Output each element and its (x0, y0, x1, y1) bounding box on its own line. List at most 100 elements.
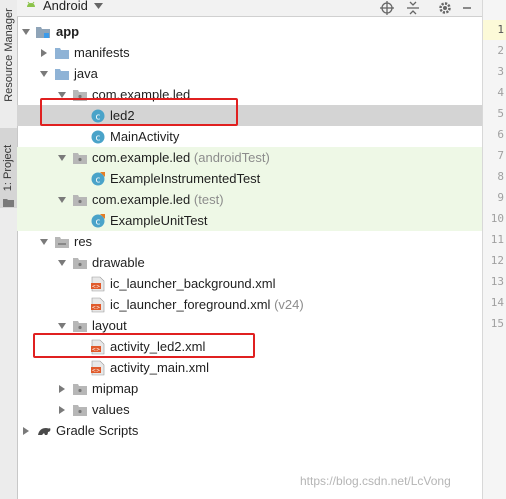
line-number: 4 (497, 86, 504, 99)
tree-row-java[interactable]: java (17, 63, 482, 84)
expand-arrow-icon[interactable] (57, 153, 67, 163)
expand-arrow-icon[interactable] (39, 69, 49, 79)
tree-label: Gradle Scripts (56, 423, 139, 438)
tree-row-manifests[interactable]: manifests (17, 42, 482, 63)
project-tab-label: 1: Project (2, 144, 15, 192)
tree-label-suffix: (test) (193, 192, 224, 207)
collapse-arrow-icon[interactable] (21, 426, 31, 436)
svg-text:<>: <> (92, 368, 100, 374)
locate-icon[interactable] (379, 0, 395, 16)
line-number: 1 (497, 23, 504, 36)
line-number: 10 (490, 212, 504, 225)
line-number: 2 (497, 44, 504, 57)
tree-row-res[interactable]: res (17, 231, 482, 252)
line-number: 12 (490, 254, 504, 267)
view-selector-dropdown[interactable]: Android (25, 0, 103, 13)
gradle-icon (38, 428, 51, 435)
folder-icon (73, 405, 87, 416)
tree-label: java (74, 66, 98, 81)
test-class-icon: c (91, 172, 105, 186)
project-tree: app manifests java com.example.led c led… (17, 16, 482, 499)
xml-file-icon: <> (91, 360, 105, 376)
project-tab[interactable]: 1: Project (0, 128, 17, 208)
tree-row-instrumented-test[interactable]: c ExampleInstrumentedTest (17, 168, 482, 189)
tree-row-app[interactable]: app (17, 21, 482, 42)
tree-row-mipmap[interactable]: mipmap (17, 378, 482, 399)
svg-text:c: c (96, 218, 101, 228)
watermark: https://blog.csdn.net/LcVong (300, 474, 451, 488)
tree-row-mainactivity[interactable]: c MainActivity (17, 126, 482, 147)
tree-label: MainActivity (110, 129, 180, 144)
tree-label: ic_launcher_background.xml (110, 276, 276, 291)
tree-label: layout (92, 318, 127, 333)
tree-row-gradle-scripts[interactable]: Gradle Scripts (17, 420, 482, 441)
tree-label: activity_main.xml (110, 360, 209, 375)
folder-icon (55, 69, 69, 80)
highlight-box-led2 (40, 98, 238, 126)
line-number: 11 (490, 233, 504, 246)
gear-icon[interactable] (437, 0, 453, 16)
test-class-icon: c (91, 214, 105, 228)
folder-icon (3, 199, 14, 207)
expand-arrow-icon[interactable] (57, 258, 67, 268)
line-number: 13 (490, 275, 504, 288)
tree-label: res (74, 234, 93, 249)
expand-arrow-icon[interactable] (21, 27, 31, 37)
resource-manager-tab[interactable]: Resource Manager (0, 0, 17, 110)
tree-label: app (56, 24, 80, 39)
expand-arrow-icon[interactable] (57, 195, 67, 205)
tree-label: manifests (74, 45, 130, 60)
view-selector-label: Android (43, 0, 88, 13)
editor-gutter: 1 2 3 4 5 6 7 8 9 10 11 12 13 14 15 (482, 0, 506, 499)
collapse-all-icon[interactable] (405, 0, 421, 16)
resource-manager-label: Resource Manager (2, 8, 15, 102)
svg-text:<>: <> (92, 284, 100, 290)
line-number: 14 (490, 296, 504, 309)
tree-label: com.example.led (androidTest) (92, 150, 270, 165)
tree-label: com.example.led (test) (92, 192, 224, 207)
tree-row-activity-main[interactable]: <> activity_main.xml (17, 357, 482, 378)
line-number: 9 (497, 191, 504, 204)
svg-text:<>: <> (92, 305, 100, 311)
tree-label: ic_launcher_foreground.xml (v24) (110, 297, 304, 312)
folder-icon (73, 258, 87, 269)
tree-label: ExampleInstrumentedTest (110, 171, 261, 186)
tree-row-package-test[interactable]: com.example.led (test) (17, 189, 482, 210)
project-toolbar: Android (17, 0, 482, 17)
highlight-box-activity-led2 (33, 333, 255, 358)
package-icon (73, 153, 87, 164)
expand-arrow-icon[interactable] (57, 321, 67, 331)
tree-label: drawable (92, 255, 145, 270)
tree-row-unit-test[interactable]: c ExampleUnitTest (17, 210, 482, 231)
tree-label: ExampleUnitTest (110, 213, 208, 228)
package-icon (73, 195, 87, 206)
tree-row-ic-launcher-background[interactable]: <> ic_launcher_background.xml (17, 273, 482, 294)
line-number: 3 (497, 65, 504, 78)
collapse-arrow-icon[interactable] (39, 48, 49, 58)
expand-arrow-icon[interactable] (39, 237, 49, 247)
xml-file-icon: <> (91, 276, 105, 292)
tree-row-ic-launcher-foreground[interactable]: <> ic_launcher_foreground.xml (v24) (17, 294, 482, 315)
tree-row-values[interactable]: values (17, 399, 482, 420)
class-icon: c (91, 130, 105, 144)
line-number: 15 (490, 317, 504, 330)
collapse-arrow-icon[interactable] (57, 405, 67, 415)
svg-text:c: c (96, 134, 101, 144)
tree-label-suffix: (androidTest) (193, 150, 270, 165)
tool-window-strip: Resource Manager 1: Project (0, 0, 18, 499)
collapse-arrow-icon[interactable] (57, 384, 67, 394)
xml-file-icon: <> (91, 297, 105, 313)
line-number: 6 (497, 128, 504, 141)
folder-icon (55, 48, 69, 59)
folder-icon (73, 321, 87, 332)
tree-row-package-androidtest[interactable]: com.example.led (androidTest) (17, 147, 482, 168)
tree-label: values (92, 402, 130, 417)
tree-label: mipmap (92, 381, 139, 396)
svg-text:c: c (96, 176, 101, 186)
line-number: 8 (497, 170, 504, 183)
minimize-icon[interactable] (459, 0, 475, 16)
folder-icon (73, 384, 87, 395)
tree-row-drawable[interactable]: drawable (17, 252, 482, 273)
line-number: 7 (497, 149, 504, 162)
chevron-down-icon (93, 2, 103, 9)
